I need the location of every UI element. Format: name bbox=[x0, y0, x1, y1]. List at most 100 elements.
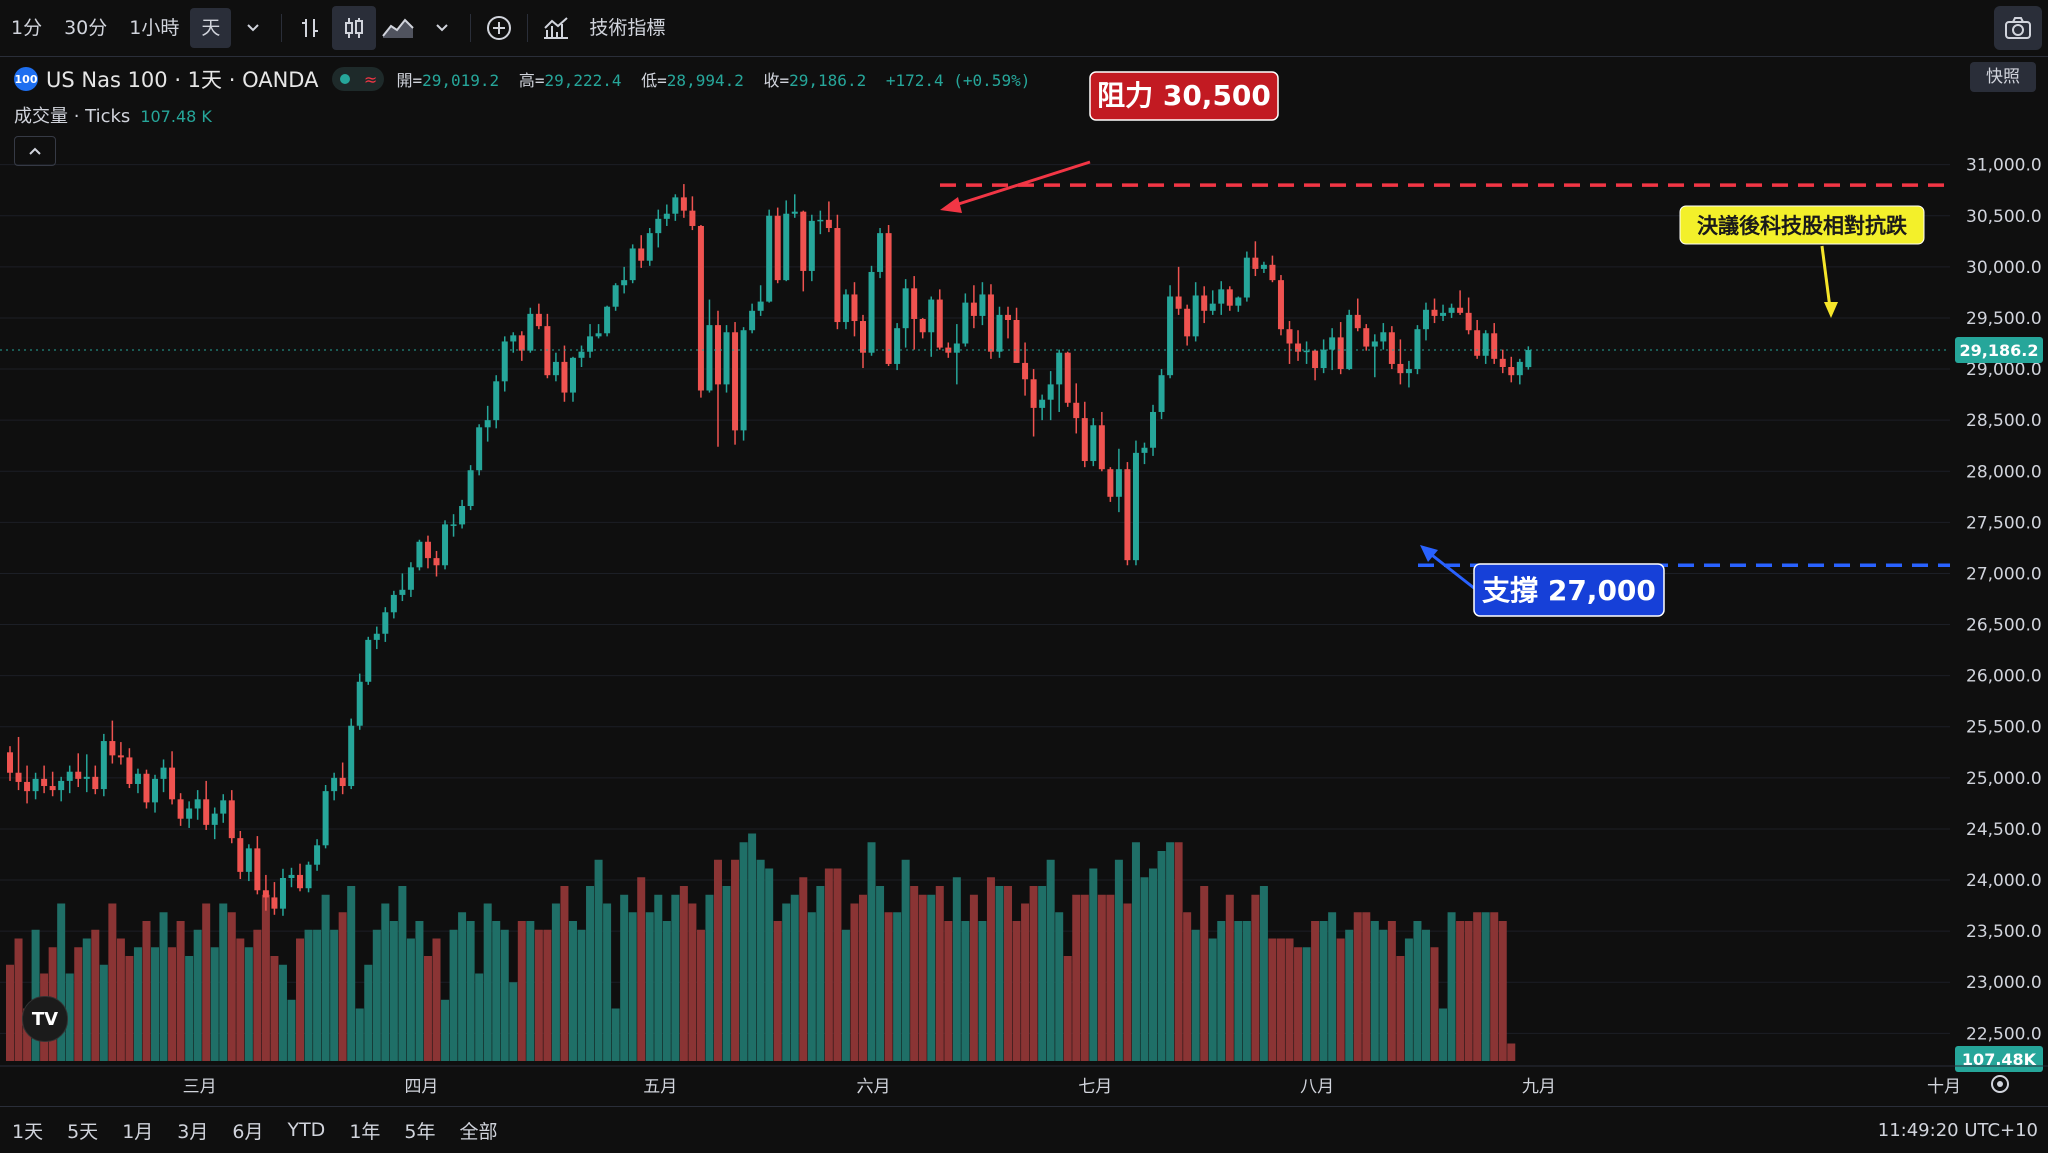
interval-1h[interactable]: 1小時 bbox=[118, 8, 190, 48]
snapshot-button[interactable] bbox=[1994, 6, 2042, 50]
y-tick-label: 22,500.0 bbox=[1966, 1024, 2042, 1044]
candle-body bbox=[919, 318, 926, 333]
candle-body bbox=[587, 336, 594, 352]
volume-bar bbox=[441, 999, 450, 1061]
candle-body bbox=[75, 771, 82, 779]
candle-body bbox=[450, 524, 457, 526]
area-chart-icon[interactable] bbox=[376, 6, 420, 50]
candle-body bbox=[1320, 349, 1327, 369]
candle-body bbox=[58, 780, 65, 791]
symbol-badge: 100 bbox=[14, 67, 38, 91]
candle-body bbox=[1090, 425, 1097, 462]
y-tick-label: 31,000.0 bbox=[1966, 156, 2042, 176]
range-1y[interactable]: 1年 bbox=[337, 1117, 392, 1144]
clock-timezone[interactable]: 11:49:20 UTC+10 bbox=[1878, 1120, 2038, 1141]
volume-bar bbox=[824, 868, 833, 1061]
candle-body bbox=[1056, 352, 1063, 385]
volume-bar bbox=[611, 1008, 620, 1061]
volume-bar bbox=[330, 929, 339, 1061]
range-6m[interactable]: 6月 bbox=[220, 1117, 275, 1144]
compare-add-icon[interactable] bbox=[477, 6, 521, 50]
volume-bar bbox=[893, 912, 902, 1061]
volume-bar bbox=[1370, 921, 1379, 1061]
price-chart[interactable]: 阻力 30,500 支撐 27,000 決議後科技股相對抗跌 31,000.0 30,… bbox=[0, 56, 2048, 1106]
candle-body bbox=[877, 233, 884, 272]
range-1m[interactable]: 1月 bbox=[110, 1117, 165, 1144]
symbol-title[interactable]: US Nas 100 · 1天 · OANDA bbox=[46, 64, 318, 94]
volume-bar bbox=[637, 877, 646, 1061]
market-status[interactable]: ≈ bbox=[332, 67, 385, 91]
volume-bar bbox=[850, 903, 859, 1061]
candle-body bbox=[433, 558, 440, 566]
chart-type-dropdown-icon[interactable] bbox=[420, 6, 464, 50]
symbol-legend: 100 US Nas 100 · 1天 · OANDA ≈ 開=29,019.2… bbox=[14, 64, 1040, 94]
bar-chart-icon[interactable] bbox=[288, 6, 332, 50]
volume-bar bbox=[969, 894, 978, 1061]
candle-body bbox=[271, 897, 278, 909]
candle-body bbox=[663, 213, 670, 219]
range-1d[interactable]: 1天 bbox=[0, 1117, 55, 1144]
candle-body bbox=[740, 330, 747, 431]
volume-bar bbox=[1029, 886, 1038, 1061]
candle-body bbox=[987, 294, 994, 352]
range-all[interactable]: 全部 bbox=[448, 1117, 510, 1144]
volume-bar bbox=[1097, 894, 1106, 1061]
volume-bar bbox=[278, 964, 287, 1061]
volume-bar bbox=[1285, 938, 1294, 1061]
volume-bar bbox=[133, 947, 142, 1061]
y-tick-label: 26,000.0 bbox=[1966, 667, 2042, 687]
volume-bar bbox=[347, 886, 356, 1061]
range-5y[interactable]: 5年 bbox=[392, 1117, 447, 1144]
volume-legend: 成交量 · Ticks 107.48 K bbox=[14, 102, 212, 128]
high-value: 29,222.4 bbox=[544, 71, 622, 90]
volume-bar bbox=[227, 912, 236, 1061]
candle-body bbox=[356, 681, 363, 726]
candle-body bbox=[1132, 452, 1139, 561]
candle-body bbox=[1312, 350, 1319, 369]
candle-body bbox=[1047, 384, 1054, 400]
candle-body bbox=[800, 211, 807, 271]
candle-body bbox=[1303, 350, 1310, 353]
candle-body bbox=[868, 271, 875, 353]
range-3m[interactable]: 3月 bbox=[165, 1117, 220, 1144]
indicators-icon[interactable] bbox=[534, 6, 578, 50]
candle-body bbox=[842, 294, 849, 323]
volume-bar bbox=[1421, 929, 1430, 1061]
range-ytd[interactable]: YTD bbox=[275, 1119, 337, 1141]
volume-bar bbox=[543, 929, 552, 1061]
candle-body bbox=[1354, 314, 1361, 329]
interval-1m[interactable]: 1分 bbox=[0, 8, 53, 48]
volume-bar bbox=[313, 929, 322, 1061]
candle-body bbox=[1431, 309, 1438, 316]
candle-body bbox=[1201, 295, 1208, 311]
candlestick-chart-icon[interactable] bbox=[332, 6, 377, 50]
candle-body bbox=[774, 215, 781, 281]
volume-bar bbox=[526, 921, 535, 1061]
indicators-button[interactable]: 技術指標 bbox=[578, 8, 676, 48]
candle-body bbox=[24, 781, 31, 792]
interval-dropdown-icon[interactable] bbox=[231, 6, 275, 50]
candle-body bbox=[544, 326, 551, 376]
candle-body bbox=[1158, 375, 1165, 412]
interval-30m[interactable]: 30分 bbox=[53, 8, 118, 48]
candle-body bbox=[1491, 333, 1498, 359]
candle-body bbox=[510, 335, 517, 342]
candle-body bbox=[314, 845, 321, 865]
range-5d[interactable]: 5天 bbox=[55, 1117, 110, 1144]
candle-body bbox=[1371, 341, 1378, 347]
volume-bar bbox=[1430, 947, 1439, 1061]
interval-1d[interactable]: 天 bbox=[190, 8, 232, 48]
volume-bar bbox=[91, 929, 100, 1061]
volume-bar bbox=[1336, 938, 1345, 1061]
annotations: 阻力 30,500 支撐 27,000 決議後科技股相對抗跌 bbox=[0, 71, 1950, 617]
candle-body bbox=[1073, 402, 1080, 419]
volume-bar bbox=[1157, 851, 1166, 1061]
candle-body bbox=[1295, 343, 1302, 352]
volume-bar bbox=[6, 964, 14, 1061]
tradingview-logo[interactable]: TV bbox=[22, 996, 68, 1042]
candle-body bbox=[134, 773, 141, 784]
volume-bar bbox=[1149, 868, 1158, 1061]
candle-body bbox=[41, 778, 48, 787]
collapse-legend-button[interactable] bbox=[14, 136, 56, 166]
market-open-dot-icon bbox=[339, 74, 350, 84]
